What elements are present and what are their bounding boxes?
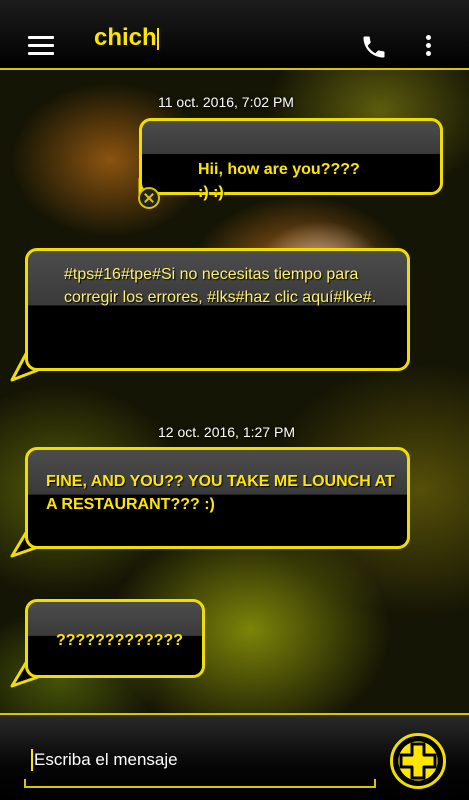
text-cursor	[31, 749, 33, 771]
message-input-placeholder: Escriba el mensaje	[34, 750, 178, 769]
add-button[interactable]	[390, 733, 446, 789]
phone-icon[interactable]	[360, 33, 388, 61]
title-cursor	[157, 28, 159, 50]
top-app-bar: chich	[0, 0, 469, 70]
message-bubble-outgoing[interactable]: Hii, how are you???? :) :)	[139, 118, 443, 201]
conversation-title[interactable]: chich	[94, 24, 157, 52]
more-vertical-icon[interactable]	[424, 35, 432, 59]
message-bubble-incoming[interactable]: #tps#16#tpe#Si no necesitas tiempo para …	[25, 248, 410, 371]
cancel-icon	[138, 187, 160, 209]
message-text: FINE, AND YOU?? YOU TAKE ME LOUNCH AT A …	[46, 473, 395, 513]
hamburger-menu-icon[interactable]	[28, 36, 54, 56]
timestamp: 12 oct. 2016, 1:27 PM	[158, 424, 295, 440]
plus-icon	[399, 742, 437, 780]
message-bubble-incoming[interactable]: ?????????????	[25, 599, 205, 678]
message-text: #tps#16#tpe#Si no necesitas tiempo para …	[64, 266, 377, 306]
timestamp: 11 oct. 2016, 7:02 PM	[158, 94, 294, 110]
message-bubble-incoming[interactable]: FINE, AND YOU?? YOU TAKE ME LOUNCH AT A …	[25, 447, 410, 549]
message-text: ?????????????	[56, 632, 184, 649]
